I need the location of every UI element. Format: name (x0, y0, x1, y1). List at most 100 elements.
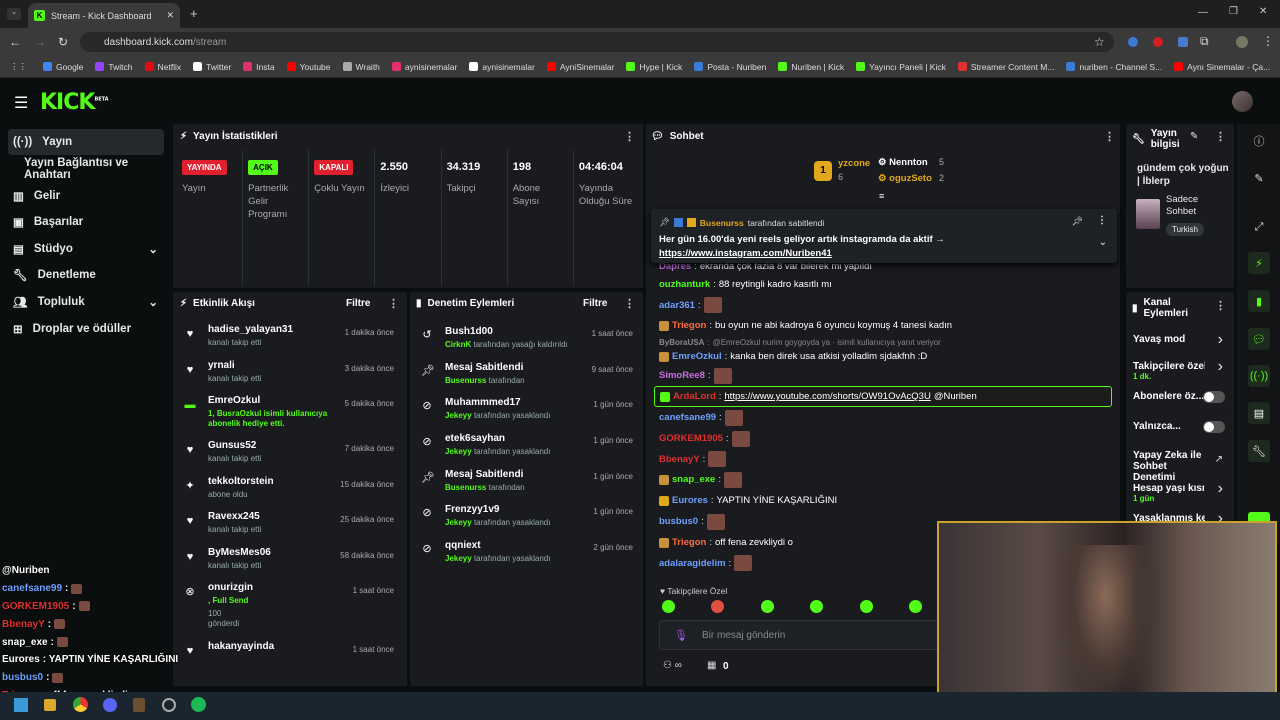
chrome-icon[interactable] (73, 697, 88, 712)
chat-username[interactable]: snap_exe (672, 474, 715, 485)
bookmark-item[interactable]: Netflix (144, 62, 181, 72)
chat-message[interactable]: canefsane99: (659, 407, 1114, 428)
extension-icon[interactable] (1178, 37, 1188, 47)
pinned-by-user[interactable]: Busenurss (700, 218, 744, 228)
moderation-event[interactable]: ⊘ etek6sayhan Jekeyy tarafından yasaklandı… (421, 433, 639, 469)
edit-icon[interactable]: ✎ (1248, 167, 1270, 189)
bookmark-item[interactable]: Streamer Content M... (957, 62, 1054, 72)
pinned-link[interactable]: https://www.instagram.com/Nuriben41 (659, 248, 832, 259)
chat-username[interactable]: SimoRee8 (659, 370, 705, 381)
discord-icon[interactable] (103, 698, 117, 712)
top-gifter-name[interactable]: yzcone (838, 158, 870, 169)
chat-username[interactable]: ByBoraUSA (659, 338, 704, 347)
tab-search-icon[interactable]: ⌄ (7, 8, 21, 20)
chevron-down-icon[interactable]: ⌄ (1099, 237, 1107, 248)
bookmark-item[interactable]: nuriben - Channel S... (1066, 62, 1162, 72)
chat-menu-icon[interactable]: ⋮ (1104, 130, 1115, 143)
quick-emote-icon[interactable] (711, 600, 725, 613)
stream-category[interactable]: Sadece Sohbet (1166, 194, 1226, 218)
bookmark-item[interactable]: AyniSinemalar (546, 62, 614, 72)
back-icon[interactable]: ← (9, 35, 21, 49)
bookmark-item[interactable]: Aynı Sinemalar - Ça... (1174, 62, 1270, 72)
activity-event[interactable]: ♥ Ravexx245 kanalı takip etti 25 dakika önc… (184, 511, 404, 547)
sidebar-item-topluluk[interactable]: 👥︎ Topluluk ⌄ (8, 289, 164, 315)
bookmark-item[interactable]: Nuriben | Kick (778, 62, 844, 72)
chat-message[interactable]: Triegon: bu oyun ne abi kadroya 6 oyuncu … (659, 315, 1114, 336)
moderator-name[interactable]: Jekeyy (445, 447, 472, 456)
forward-icon[interactable]: → (34, 35, 46, 49)
moderator-name[interactable]: Busenurss (445, 376, 486, 385)
chat-username[interactable]: Triegon (672, 537, 706, 548)
top-gifter-3[interactable]: ⚙ oguzSeto (878, 173, 932, 184)
activity-menu-icon[interactable]: ⋮ (388, 297, 399, 310)
toggle-switch[interactable] (1203, 391, 1225, 403)
new-tab-icon[interactable]: + (190, 6, 198, 21)
sidebar-item-stream-key[interactable]: Yayın Bağlantısı ve Anahtarı (8, 156, 172, 182)
chat-message[interactable]: ByBoraUSA: @EmreOzkul nurim goygoyda ya ·… (659, 336, 1114, 348)
chat-username[interactable]: GORKEM1905 (659, 433, 723, 444)
bookmark-item[interactable]: aynisinemalar (391, 62, 457, 72)
sidebar-item-droplar[interactable]: ⊞ Droplar ve ödüller (8, 316, 164, 342)
chat-username[interactable]: Triegon (672, 320, 706, 331)
stats-menu-icon[interactable]: ⋮ (624, 130, 635, 143)
url-input[interactable]: dashboard.kick.com/stream (80, 32, 1114, 52)
chat-input[interactable]: 🎙︎ Bir mesaj gönderin (659, 620, 949, 650)
maximize-icon[interactable]: ❐ (1229, 6, 1238, 17)
channel-action-row[interactable]: Abonelere öz... (1133, 391, 1229, 421)
info-icon[interactable]: ⓘ (1248, 130, 1270, 152)
avatar[interactable] (1232, 91, 1253, 112)
extension-icon[interactable] (1128, 37, 1138, 47)
channel-action-row[interactable]: Yavaş mod › (1133, 331, 1229, 361)
chat-users-icon[interactable]: ⚇ ∞ (663, 660, 682, 671)
sidebar-item-yayin[interactable]: ((·)) Yayın (8, 129, 164, 155)
chat-username[interactable]: adar361 (659, 300, 695, 311)
activity-event[interactable]: ▬ EmreOzkul 1, BusraOzkul isimli kullanıcı… (184, 395, 404, 440)
browser-tab[interactable]: K Stream - Kick Dashboard ✕ (28, 3, 180, 28)
language-tag[interactable]: Turkish (1166, 223, 1204, 236)
moderation-event[interactable]: 📌︎ Mesaj Sabitlendi Busenurss tarafından 9 … (421, 362, 639, 398)
chat-message[interactable]: GORKEM1905: (659, 428, 1114, 449)
chat-username[interactable]: EmreOzkul (672, 351, 722, 362)
moderator-name[interactable]: Jekeyy (445, 518, 472, 527)
moderation-menu-icon[interactable]: ⋮ (624, 297, 635, 310)
moderation-event[interactable]: ⊘ qqniext Jekeyy tarafından yasaklandı 2 gü… (421, 540, 639, 576)
apps-grid-icon[interactable]: ⋮⋮ (10, 61, 27, 72)
chat-message[interactable]: BbenayY: (659, 449, 1114, 469)
activity-event[interactable]: ♥ hadise_yalayan31 kanalı takip etti 1 daki… (184, 324, 404, 360)
reload-icon[interactable]: ↻ (58, 35, 68, 49)
app-icon[interactable] (133, 698, 145, 712)
moderation-event[interactable]: ⊘ Frenzyy1v9 Jekeyy tarafından yasaklandı 1… (421, 504, 639, 540)
chat-gift-icon[interactable]: ▦ (707, 660, 716, 671)
bookmark-item[interactable]: Twitter (193, 62, 231, 72)
toggle-switch[interactable] (1203, 421, 1225, 433)
obs-icon[interactable] (162, 698, 176, 712)
chat-username[interactable]: ArdaLord (673, 391, 716, 402)
chat-username[interactable]: BbenayY (659, 454, 700, 465)
moderation-event[interactable]: 📌︎ Mesaj Sabitlendi Busenurss tarafından 1 … (421, 469, 639, 505)
extensions-puzzle-icon[interactable]: ⧉ (1200, 34, 1209, 49)
microphone-icon[interactable]: 🎙︎ (674, 629, 688, 642)
sidebar-item-gelir[interactable]: ▥ Gelir (8, 183, 164, 209)
moderator-name[interactable]: Busenurss (445, 483, 486, 492)
category-thumbnail[interactable] (1136, 199, 1160, 229)
bookmark-item[interactable]: Insta (243, 62, 275, 72)
chat-username[interactable]: adalaragidelim (659, 558, 726, 569)
close-window-icon[interactable]: ✕ (1259, 6, 1267, 17)
edit-pencil-icon[interactable]: ✎ (1190, 131, 1198, 142)
layout-rail-icon[interactable]: ▤ (1248, 402, 1270, 424)
top-gifter-2[interactable]: ⚙ Nennton (878, 157, 928, 168)
moderation-event[interactable]: ↺ Bush1d00 CirknK tarafından yasağı kaldır… (421, 326, 639, 362)
close-tab-icon[interactable]: ✕ (166, 10, 174, 21)
file-explorer-icon[interactable] (44, 699, 56, 711)
quick-emote-icon[interactable] (859, 600, 873, 613)
activity-event[interactable]: ♥ Gunsus52 kanalı takip etti 7 dakika önce (184, 440, 404, 476)
minimize-icon[interactable]: — (1198, 7, 1208, 18)
quick-emote-icon[interactable] (810, 600, 824, 613)
sidebar-item-studyo[interactable]: ▤ Stüdyo ⌄ (8, 236, 164, 262)
channel-action-row[interactable]: Yalnızca... (1133, 421, 1229, 450)
lightning-rail-icon[interactable]: ⚡︎ (1248, 252, 1270, 274)
browser-menu-icon[interactable]: ⋮ (1262, 34, 1274, 48)
chat-username[interactable]: canefsane99 (659, 412, 716, 423)
chat-username[interactable]: busbus0 (659, 516, 698, 527)
kick-logo[interactable]: KICKBETA (40, 90, 109, 115)
